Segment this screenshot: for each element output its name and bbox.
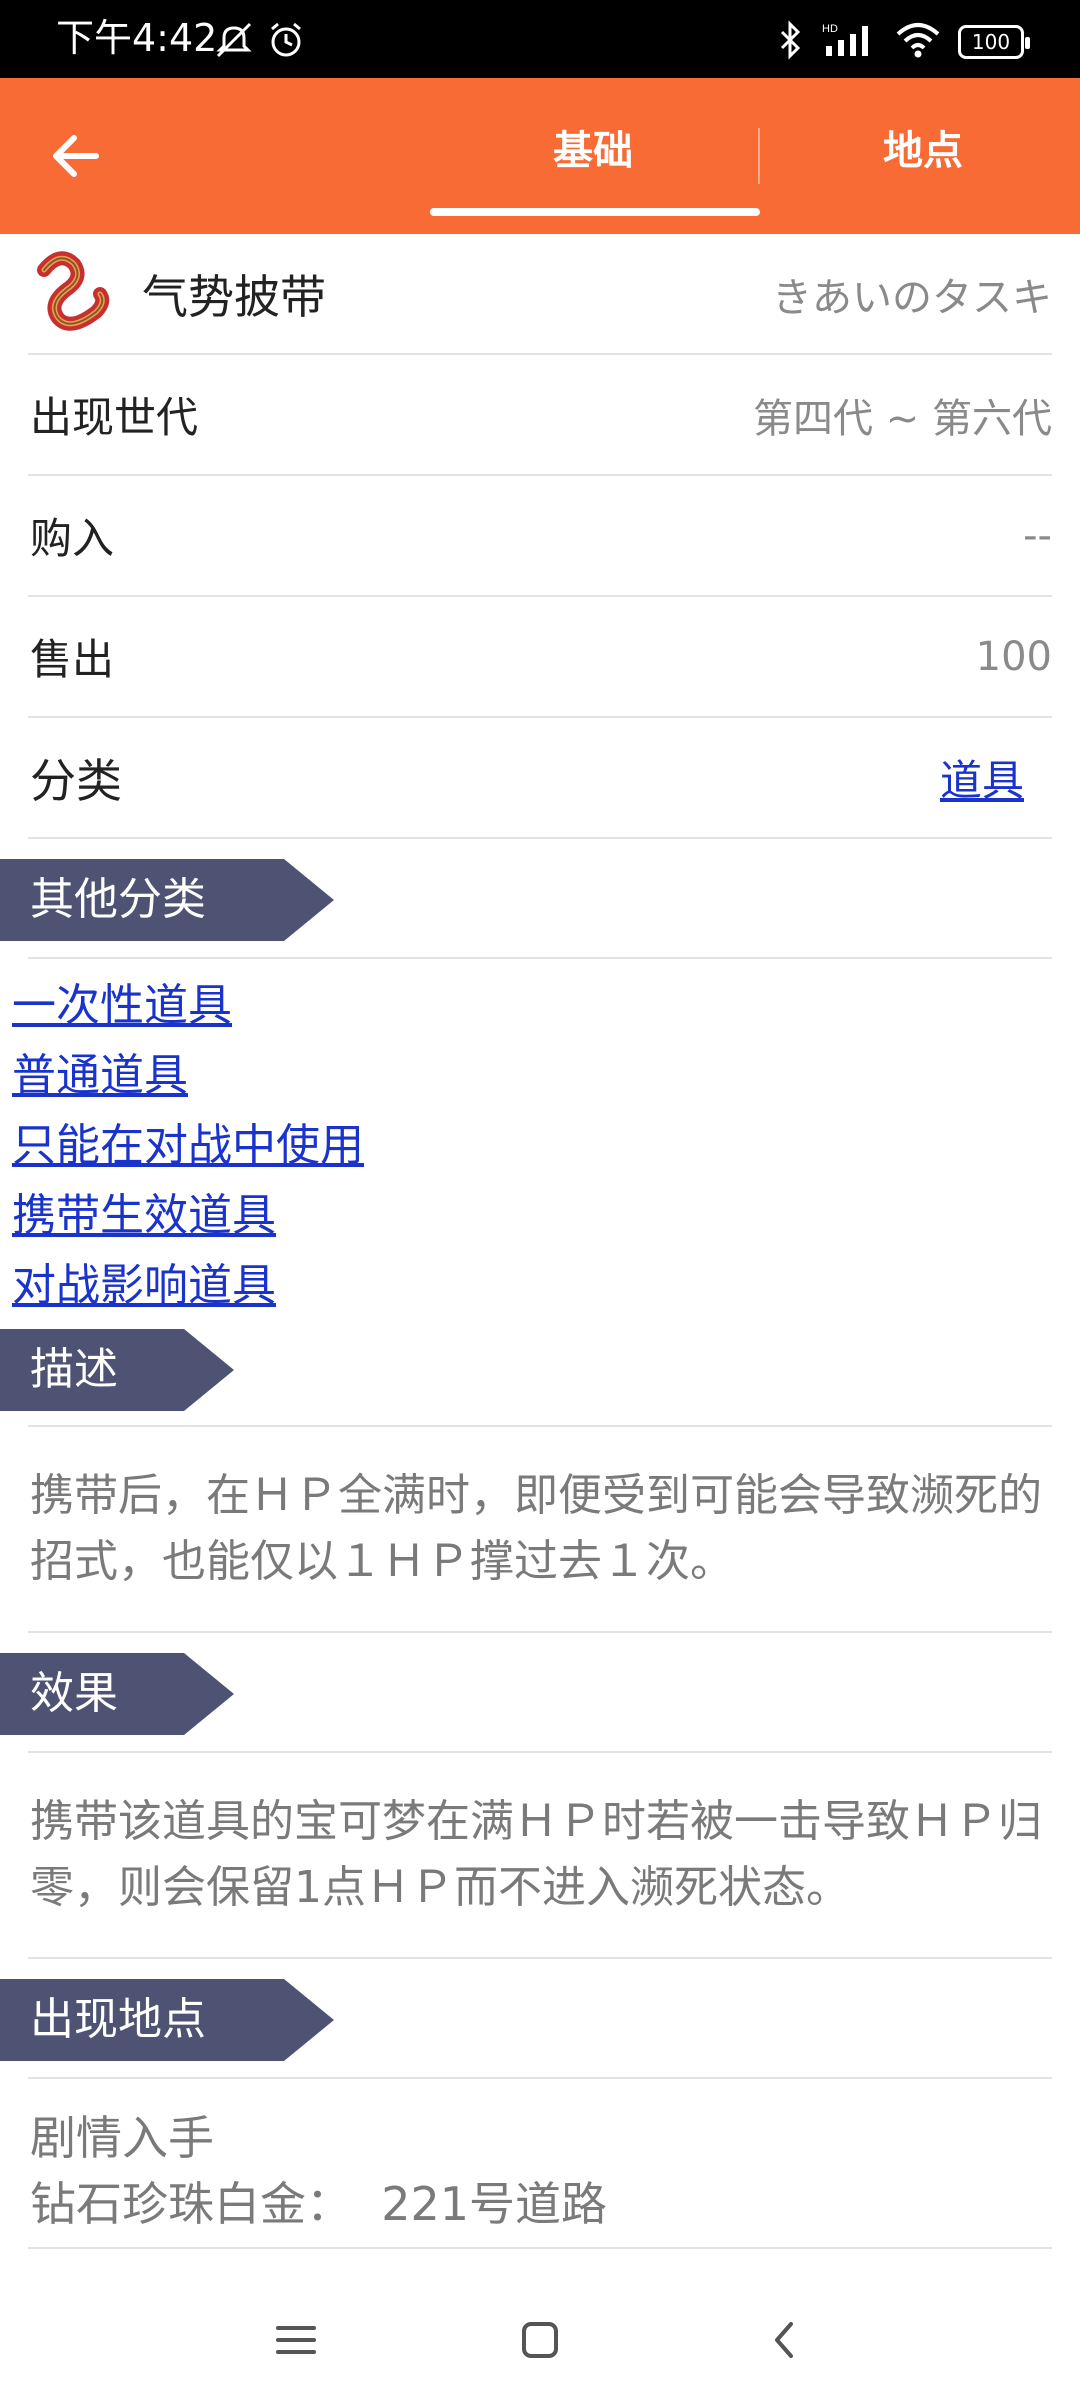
description-text: 携带后，在ＨＰ全满时，即便受到可能会导致濒死的招式，也能仅以１ＨＰ撑过去１次。 <box>28 1427 1052 1633</box>
navigation-bar <box>0 2280 1080 2400</box>
generation-value: 第四代 ~ 第六代 <box>753 395 1052 442</box>
category-link-item[interactable]: 对战影响道具 <box>12 1251 1080 1321</box>
category-label: 分类 <box>30 753 122 808</box>
locations-block: 剧情入手 钻石珍珠白金： 221号道路 <box>28 2079 1052 2249</box>
effect-title: 效果 <box>0 1653 234 1735</box>
sell-value: 100 <box>975 633 1052 680</box>
other-categories-title: 其他分类 <box>0 859 334 941</box>
battery-level: 100 <box>971 30 1011 54</box>
app-bar: 基础 地点 <box>0 78 1080 234</box>
item-name: 气势披带 <box>142 269 326 324</box>
sell-label: 售出 <box>30 635 115 684</box>
home-icon[interactable] <box>510 2310 570 2370</box>
bluetooth-icon <box>776 20 804 64</box>
category-link-item[interactable]: 一次性道具 <box>12 971 1080 1041</box>
active-tab-indicator <box>430 208 760 216</box>
item-japanese-name: きあいのタスキ <box>772 274 1052 321</box>
status-bar: 下午4:42 HD 100 <box>0 0 1080 78</box>
status-time: 下午4:42 <box>56 16 218 60</box>
category-link-item[interactable]: 普通道具 <box>12 1041 1080 1111</box>
svg-text:HD: HD <box>822 23 838 35</box>
generation-row: 出现世代 第四代 ~ 第六代 <box>28 355 1052 476</box>
location-method: 剧情入手 <box>30 2111 214 2165</box>
back-arrow-icon[interactable] <box>42 122 110 190</box>
locations-title: 出现地点 <box>0 1979 334 2061</box>
tab-divider <box>758 128 760 184</box>
category-link[interactable]: 道具 <box>940 747 1024 808</box>
category-row: 分类 道具 <box>28 718 1052 839</box>
category-link-item[interactable]: 携带生效道具 <box>12 1181 1080 1251</box>
alarm-icon <box>266 20 306 64</box>
focus-sash-icon <box>30 250 114 334</box>
other-categories-list: 一次性道具 普通道具 只能在对战中使用 携带生效道具 对战影响道具 <box>0 959 1080 1327</box>
other-categories-header: 其他分类 <box>0 839 1080 959</box>
menu-icon[interactable] <box>266 2310 326 2370</box>
hd-signal-icon: HD <box>822 20 878 64</box>
back-icon[interactable] <box>754 2310 814 2370</box>
locations-header: 出现地点 <box>0 1959 1080 2079</box>
tab-basic[interactable]: 基础 <box>553 118 633 176</box>
mute-icon <box>214 20 254 64</box>
effect-header: 效果 <box>0 1633 1080 1753</box>
item-header-row: 气势披带 きあいのタスキ <box>28 234 1052 355</box>
battery-icon: 100 <box>958 25 1030 59</box>
generation-label: 出现世代 <box>30 393 199 442</box>
buy-row: 购入 -- <box>28 476 1052 597</box>
buy-value: -- <box>1023 512 1052 559</box>
wifi-icon <box>896 20 940 64</box>
tab-location[interactable]: 地点 <box>883 118 963 176</box>
sell-row: 售出 100 <box>28 597 1052 718</box>
status-left-icons <box>214 20 306 64</box>
item-detail-content: 气势披带 きあいのタスキ 出现世代 第四代 ~ 第六代 购入 -- 售出 100… <box>0 234 1080 2249</box>
description-header: 描述 <box>0 1327 1080 1427</box>
location-route: 钻石珍珠白金： 221号道路 <box>30 2177 608 2231</box>
description-title: 描述 <box>0 1329 234 1411</box>
status-right-icons: HD 100 <box>776 20 1030 64</box>
category-link-item[interactable]: 只能在对战中使用 <box>12 1111 1080 1181</box>
buy-label: 购入 <box>30 514 115 563</box>
effect-text: 携带该道具的宝可梦在满ＨＰ时若被一击导致ＨＰ归零，则会保留1点ＨＰ而不进入濒死状… <box>28 1753 1052 1959</box>
